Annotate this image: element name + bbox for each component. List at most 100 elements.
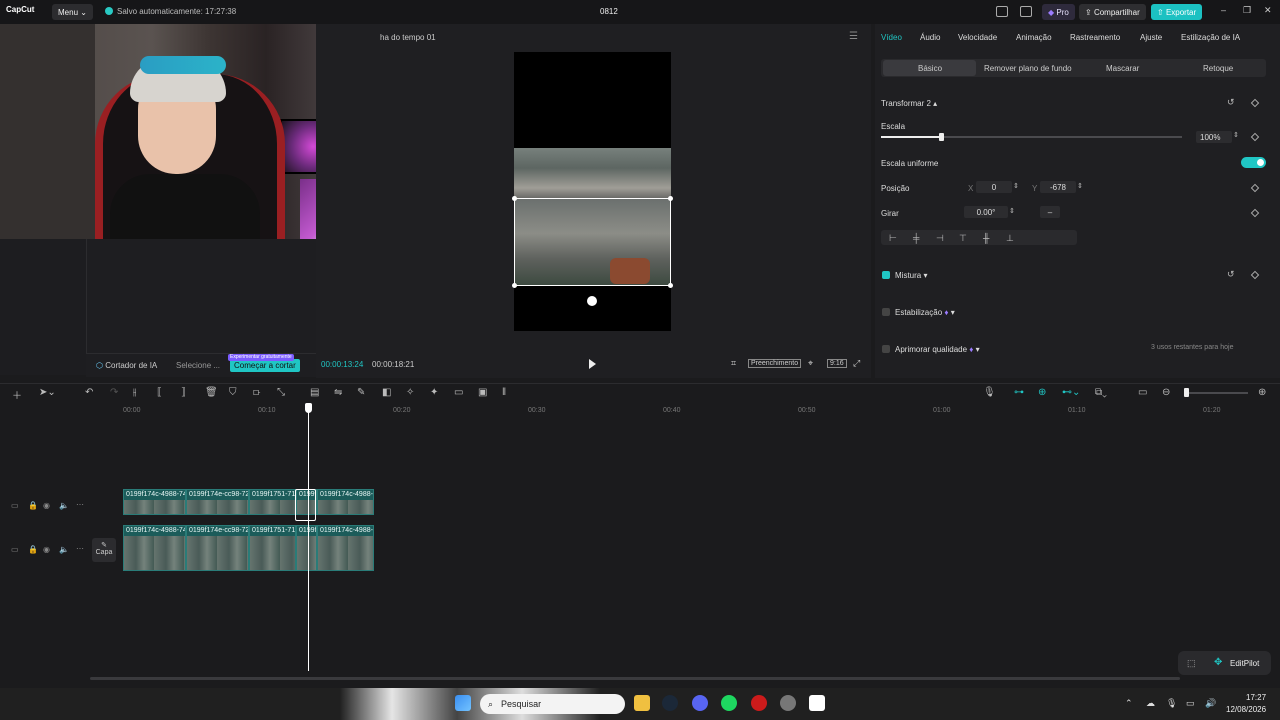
- chevron-up-icon[interactable]: ⌃: [1125, 698, 1133, 709]
- ai-select-dropdown[interactable]: Selecione ...: [176, 361, 220, 370]
- share-button[interactable]: ⇪ Compartilhar: [1079, 4, 1146, 20]
- audio-wave-icon[interactable]: ǁ: [502, 387, 506, 398]
- microphone-icon[interactable]: 🎙: [983, 387, 996, 398]
- delete-icon[interactable]: 🗑: [205, 387, 218, 398]
- maximize-button[interactable]: ❐: [1243, 5, 1251, 16]
- zoom-slider-knob[interactable]: [1184, 388, 1189, 397]
- taskbar-search[interactable]: ⌕ Pesquisar: [480, 694, 625, 714]
- eye-icon[interactable]: ◉: [43, 501, 50, 510]
- track-cover-icon[interactable]: ▭: [11, 545, 19, 554]
- opera-icon[interactable]: [751, 695, 767, 711]
- fullscreen-icon[interactable]: ⤢: [853, 358, 860, 369]
- reverse-icon[interactable]: ⇋: [334, 387, 342, 398]
- close-button[interactable]: ✕: [1264, 5, 1272, 16]
- align-bottom-icon[interactable]: ⊥: [1006, 233, 1014, 244]
- timeline-clip[interactable]: 0199f174c-4988-74: [123, 525, 186, 571]
- eye-icon[interactable]: ◉: [43, 545, 50, 554]
- tab-adjust[interactable]: Ajuste: [1140, 33, 1162, 42]
- reset-icon[interactable]: ↺: [1227, 269, 1235, 280]
- resize-handle[interactable]: [512, 196, 517, 201]
- stepper-icon[interactable]: ⇕: [1233, 131, 1239, 139]
- crop-icon[interactable]: ⌗: [731, 358, 736, 369]
- play-icon[interactable]: [589, 359, 596, 369]
- tab-ai-style[interactable]: Estilização de IA: [1181, 33, 1240, 42]
- zoom-slider[interactable]: [1186, 392, 1248, 394]
- align-top-icon[interactable]: ⊤: [959, 233, 967, 244]
- zoom-in-icon[interactable]: ⊕: [1258, 387, 1266, 398]
- lock-icon[interactable]: 🔒: [28, 501, 38, 510]
- speaker-icon[interactable]: 🔈: [59, 545, 69, 554]
- align-center-h-icon[interactable]: ╪: [913, 233, 919, 243]
- tab-animation[interactable]: Animação: [1016, 33, 1052, 42]
- link-clips-icon[interactable]: ⊷⌄: [1062, 387, 1080, 398]
- add-icon[interactable]: ＋: [12, 387, 22, 402]
- split-icon[interactable]: ⫲: [133, 387, 136, 398]
- blend-checkbox[interactable]: [882, 271, 890, 279]
- marker-icon[interactable]: ⛉: [229, 387, 237, 398]
- transform-tool-icon[interactable]: ⤡: [277, 387, 285, 398]
- track-cover-icon[interactable]: ▭: [11, 501, 19, 510]
- cloud-icon[interactable]: ☁: [1146, 698, 1155, 709]
- redo-icon[interactable]: ↷: [110, 387, 118, 398]
- timeline-clip[interactable]: 0199f174c-4988-74: [123, 489, 186, 515]
- enhance-label[interactable]: Aprimorar qualidade ♦ ▾: [895, 345, 980, 354]
- rotate-input[interactable]: 0.00°: [964, 206, 1008, 218]
- timeline-clip[interactable]: 0199f174e-cc98-722: [186, 489, 249, 515]
- subtab-retouch[interactable]: Retoque: [1203, 64, 1233, 73]
- beauty-icon[interactable]: ✧: [406, 387, 414, 398]
- flip-button[interactable]: –: [1040, 206, 1060, 218]
- subtab-basic[interactable]: Básico: [918, 64, 942, 73]
- cover-button[interactable]: ✎ Capa: [92, 538, 116, 562]
- timeline-clip[interactable]: 0199f174c-4988-74: [317, 525, 374, 571]
- split-right-icon[interactable]: ⟧: [181, 387, 186, 398]
- undo-icon[interactable]: ↶: [85, 387, 93, 398]
- screenshot-icon[interactable]: ⌖: [808, 358, 813, 369]
- resize-handle[interactable]: [668, 196, 673, 201]
- editpilot-button[interactable]: EditPilot: [1230, 659, 1259, 668]
- taskbar-clock[interactable]: 17:27 12/08/2026: [1226, 692, 1266, 716]
- timeline-clip[interactable]: 0199f1751-71ca: [249, 489, 296, 515]
- resize-handle[interactable]: [512, 283, 517, 288]
- windows-start-icon[interactable]: [455, 695, 471, 711]
- blend-label[interactable]: Mistura ▾: [895, 271, 927, 280]
- timeline-scrollbar[interactable]: [90, 677, 1180, 680]
- tab-tracking[interactable]: Rastreamento: [1070, 33, 1120, 42]
- stabilize-label[interactable]: Estabilização ♦ ▾: [895, 308, 955, 317]
- spotify-icon[interactable]: [721, 695, 737, 711]
- resize-handle[interactable]: [668, 283, 673, 288]
- microphone-tray-icon[interactable]: 🎙: [1166, 698, 1177, 709]
- more-icon[interactable]: ⋯: [76, 544, 84, 553]
- magnet-icon[interactable]: ⊕: [1038, 387, 1046, 398]
- tab-audio[interactable]: Áudio: [920, 33, 940, 42]
- select-icon[interactable]: ⬚: [1187, 658, 1196, 669]
- layout-icon[interactable]: [996, 6, 1008, 17]
- steam-icon[interactable]: [662, 695, 678, 711]
- stepper-icon[interactable]: ⇕: [1013, 182, 1019, 190]
- playhead-handle[interactable]: [305, 403, 312, 413]
- pen-icon[interactable]: ✎: [357, 387, 365, 398]
- aspect-ratio-button[interactable]: 9:16: [827, 359, 847, 368]
- preview-axis-icon[interactable]: ⧉⌄: [1095, 387, 1107, 398]
- timeline-clip[interactable]: 0199f174c-4988-74: [317, 489, 374, 515]
- crop-tool-icon[interactable]: ⟥: [253, 387, 260, 398]
- pos-y-input[interactable]: -678: [1040, 181, 1076, 193]
- lock-icon[interactable]: 🔒: [28, 545, 38, 554]
- rotate-handle-icon[interactable]: [587, 296, 597, 306]
- enhance-checkbox[interactable]: [882, 345, 890, 353]
- reset-icon[interactable]: ↺: [1227, 97, 1235, 108]
- transform-title[interactable]: Transformar 2 ▴: [881, 99, 937, 108]
- align-right-icon[interactable]: ⊣: [936, 233, 944, 244]
- minimize-button[interactable]: –: [1221, 5, 1226, 15]
- pro-button[interactable]: ◆ Pro: [1042, 4, 1075, 20]
- fill-mode-button[interactable]: Preenchimento: [748, 359, 802, 368]
- uniform-scale-toggle[interactable]: [1241, 157, 1266, 168]
- timeline-clip[interactable]: 0199f174e-cc98-722: [186, 525, 249, 571]
- link-main-icon[interactable]: ⊶: [1014, 387, 1024, 398]
- export-button[interactable]: ⇧ Exportar: [1151, 4, 1203, 20]
- stepper-icon[interactable]: ⇕: [1077, 182, 1083, 190]
- split-left-icon[interactable]: ⟦: [157, 387, 162, 398]
- zoom-out-icon[interactable]: ⊖: [1162, 387, 1170, 398]
- network-icon[interactable]: ▭: [1186, 698, 1195, 709]
- scale-input[interactable]: 100%: [1196, 131, 1232, 143]
- tab-speed[interactable]: Velocidade: [958, 33, 997, 42]
